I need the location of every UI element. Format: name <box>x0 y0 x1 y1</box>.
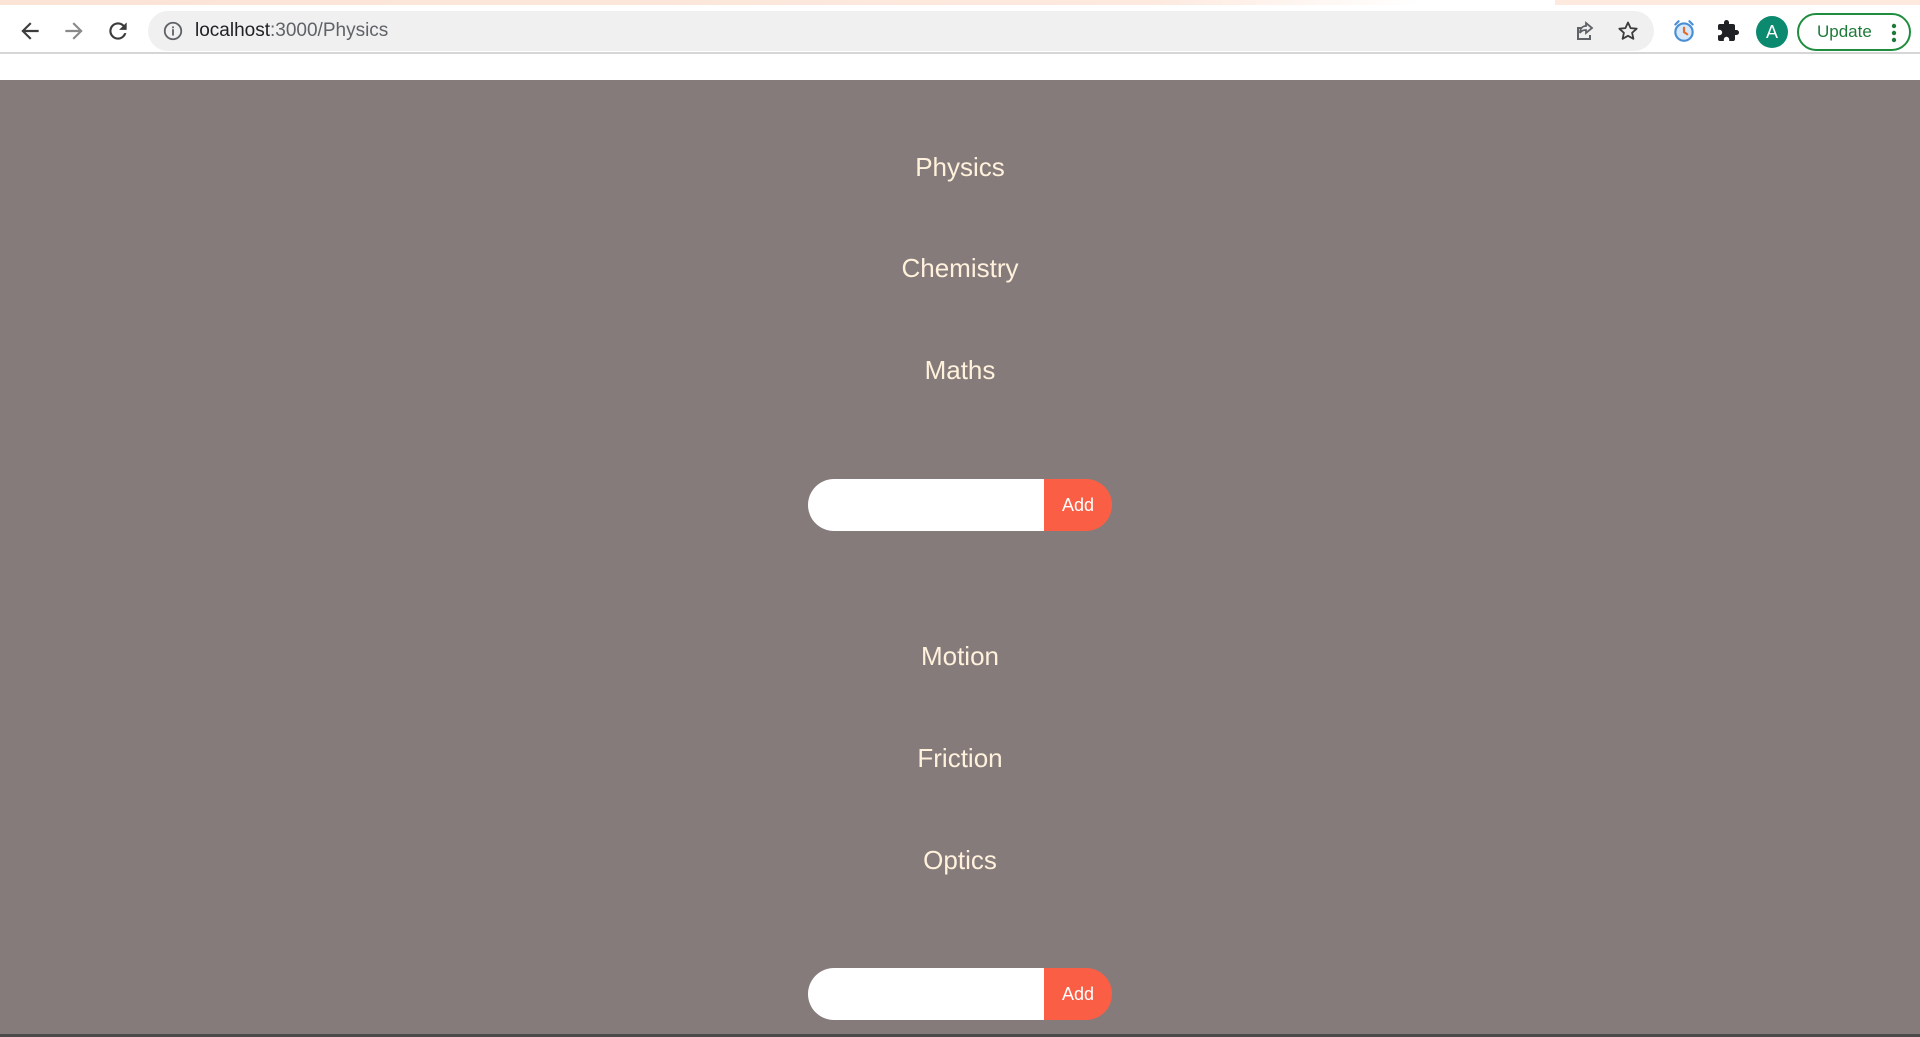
forward-button[interactable] <box>56 13 92 49</box>
alarm-clock-extension[interactable] <box>1670 17 1698 45</box>
topic-item-motion[interactable]: Motion <box>0 640 1920 672</box>
topic-item-optics[interactable]: Optics <box>0 844 1920 876</box>
url-host: localhost <box>195 20 270 41</box>
share-icon[interactable] <box>1572 19 1596 43</box>
alarm-clock-icon <box>1674 20 1694 42</box>
browser-toolbar: localhost:3000/Physics A Update <box>0 5 1920 54</box>
category-add-button[interactable]: Add <box>1044 479 1112 531</box>
profile-avatar[interactable]: A <box>1756 16 1788 48</box>
reload-button[interactable] <box>100 13 136 49</box>
category-input[interactable] <box>808 479 1048 531</box>
page-content: Physics Chemistry Maths Add Motion Frict… <box>0 80 1920 1034</box>
topic-item-friction[interactable]: Friction <box>0 742 1920 774</box>
back-button[interactable] <box>12 13 48 49</box>
url-text[interactable]: localhost:3000/Physics <box>195 20 388 42</box>
extensions-button[interactable] <box>1714 17 1742 45</box>
topic-add-button[interactable]: Add <box>1044 968 1112 1020</box>
reload-icon <box>109 22 127 40</box>
category-item-physics[interactable]: Physics <box>0 151 1920 183</box>
arrow-forward-icon <box>65 22 83 40</box>
category-add-form: Add <box>808 479 1112 531</box>
update-label: Update <box>1817 22 1872 41</box>
category-item-chemistry[interactable]: Chemistry <box>0 252 1920 284</box>
topic-input[interactable] <box>808 968 1048 1020</box>
category-item-maths[interactable]: Maths <box>0 354 1920 386</box>
info-icon[interactable] <box>162 20 184 42</box>
url-path: :3000/Physics <box>270 20 389 41</box>
kebab-menu-icon <box>1891 23 1897 43</box>
address-bar[interactable]: localhost:3000/Physics <box>148 11 1654 51</box>
update-button[interactable]: Update <box>1797 13 1911 51</box>
topic-add-form: Add <box>808 968 1112 1020</box>
arrow-back-icon <box>21 22 39 40</box>
puzzle-icon <box>1718 20 1739 41</box>
star-icon[interactable] <box>1616 19 1640 43</box>
